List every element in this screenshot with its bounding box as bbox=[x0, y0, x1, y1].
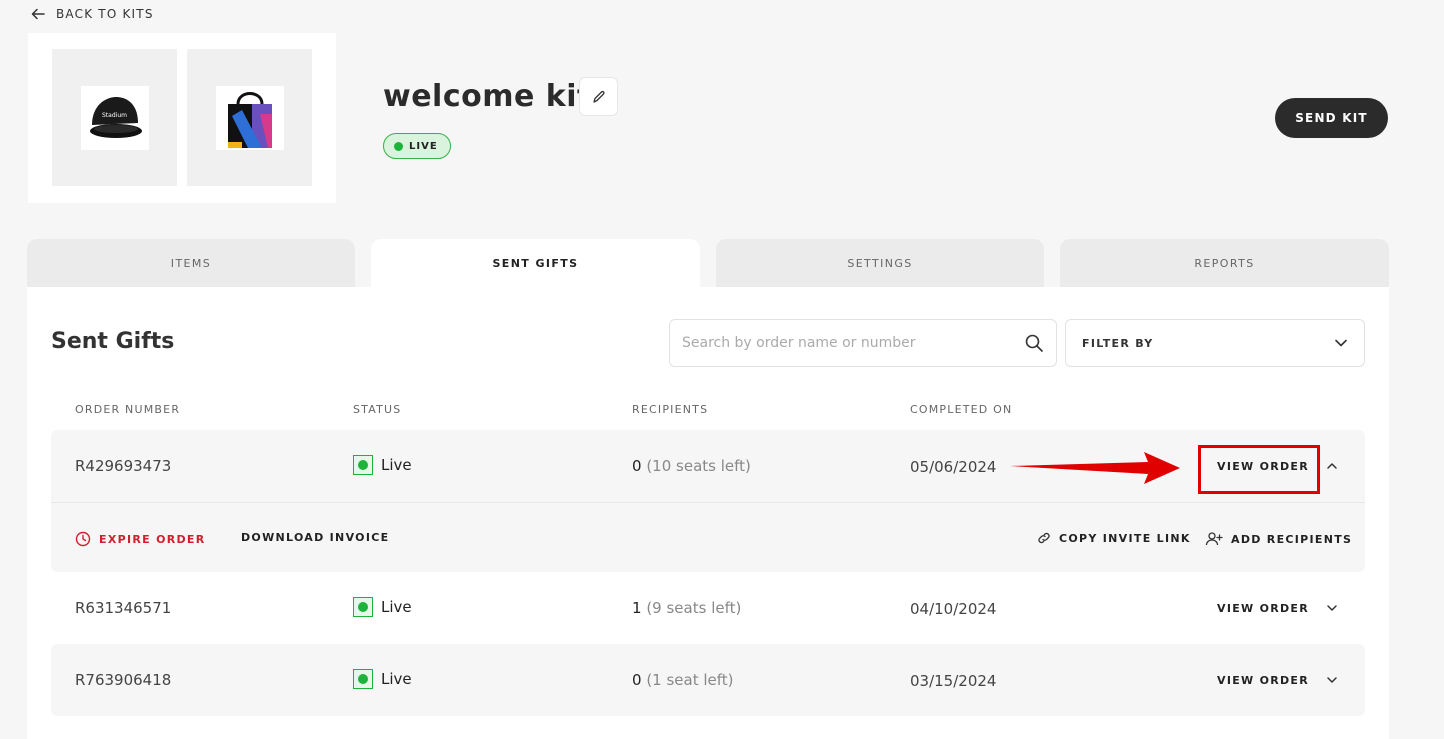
tab-sent-gifts[interactable]: SENT GIFTS bbox=[371, 239, 700, 287]
copy-invite-link-label: COPY INVITE LINK bbox=[1059, 531, 1191, 545]
pencil-icon bbox=[592, 90, 605, 103]
kit-status-label: LIVE bbox=[409, 140, 438, 152]
section-title: Sent Gifts bbox=[51, 329, 175, 354]
view-order-button[interactable]: VIEW ORDER bbox=[1217, 674, 1309, 687]
order-actions-bar: EXPIRE ORDER DOWNLOAD INVOICE COPY INVIT… bbox=[51, 502, 1365, 572]
tab-items[interactable]: ITEMS bbox=[27, 239, 355, 287]
seats-left: (10 seats left) bbox=[646, 457, 751, 475]
search-input[interactable] bbox=[682, 335, 1024, 351]
live-dot-icon bbox=[394, 141, 403, 151]
recipients-number: 0 bbox=[632, 457, 642, 475]
status-live-icon bbox=[353, 597, 373, 617]
arrow-left-icon bbox=[31, 8, 45, 20]
kit-tabs: ITEMS SENT GIFTS SETTINGS REPORTS bbox=[27, 239, 1389, 287]
edit-title-button[interactable] bbox=[579, 77, 618, 116]
link-icon bbox=[1038, 532, 1050, 544]
chevron-up-icon[interactable] bbox=[1325, 459, 1339, 473]
clock-icon bbox=[75, 531, 91, 547]
add-user-icon bbox=[1205, 532, 1223, 546]
cap-brand-text: Stadium bbox=[102, 112, 127, 119]
back-to-kits-link[interactable]: BACK TO KITS bbox=[30, 6, 154, 22]
completed-date: 05/06/2024 bbox=[910, 458, 997, 476]
order-status: Live bbox=[353, 669, 412, 689]
tab-reports[interactable]: REPORTS bbox=[1060, 239, 1389, 287]
seats-left: (9 seats left) bbox=[646, 599, 742, 617]
annotation-highlight-box bbox=[1198, 445, 1320, 494]
kit-item-thumb-tote[interactable] bbox=[187, 49, 312, 186]
tab-settings[interactable]: SETTINGS bbox=[716, 239, 1044, 287]
completed-date: 04/10/2024 bbox=[910, 600, 997, 618]
annotation-arrow bbox=[1010, 452, 1180, 484]
order-number: R429693473 bbox=[75, 457, 172, 475]
seats-left: (1 seat left) bbox=[646, 671, 734, 689]
recipients-count: 1 (9 seats left) bbox=[632, 599, 741, 617]
copy-invite-link-button[interactable]: COPY INVITE LINK bbox=[1037, 531, 1191, 545]
recipients-number: 0 bbox=[632, 671, 642, 689]
status-label: Live bbox=[381, 456, 412, 474]
kit-item-thumb-cap[interactable]: Stadium bbox=[52, 49, 177, 186]
recipients-count: 0 (1 seat left) bbox=[632, 671, 734, 689]
column-header-recipients: RECIPIENTS bbox=[632, 403, 709, 416]
order-number: R763906418 bbox=[75, 671, 172, 689]
tote-bag-image bbox=[215, 85, 284, 150]
expire-order-label: EXPIRE ORDER bbox=[99, 532, 206, 546]
search-icon[interactable] bbox=[1024, 333, 1044, 353]
search-box bbox=[669, 319, 1057, 367]
status-label: Live bbox=[381, 598, 412, 616]
sent-gifts-panel: Sent Gifts FILTER BY ORDER NUMBER STATUS… bbox=[27, 287, 1389, 739]
filter-dropdown[interactable]: FILTER BY bbox=[1065, 319, 1365, 367]
add-recipients-button[interactable]: ADD RECIPIENTS bbox=[1205, 531, 1352, 547]
column-header-order-number: ORDER NUMBER bbox=[75, 403, 181, 416]
chevron-down-icon[interactable] bbox=[1325, 673, 1339, 687]
download-invoice-button[interactable]: DOWNLOAD INVOICE bbox=[241, 531, 389, 544]
column-header-status: STATUS bbox=[353, 403, 402, 416]
cap-image: Stadium bbox=[80, 85, 149, 150]
expire-order-button[interactable]: EXPIRE ORDER bbox=[75, 531, 206, 547]
status-label: Live bbox=[381, 670, 412, 688]
column-header-completed-on: COMPLETED ON bbox=[910, 403, 1013, 416]
back-to-kits-label: BACK TO KITS bbox=[56, 7, 154, 21]
kit-images: Stadium bbox=[28, 33, 336, 203]
completed-date: 03/15/2024 bbox=[910, 672, 997, 690]
table-row[interactable]: R763906418 Live 0 (1 seat left) 03/15/20… bbox=[51, 644, 1365, 716]
view-order-button[interactable]: VIEW ORDER bbox=[1217, 602, 1309, 615]
order-status: Live bbox=[353, 597, 412, 617]
chevron-down-icon bbox=[1335, 339, 1347, 347]
chevron-down-icon[interactable] bbox=[1325, 601, 1339, 615]
order-status: Live bbox=[353, 455, 412, 475]
status-live-icon bbox=[353, 669, 373, 689]
order-number: R631346571 bbox=[75, 599, 172, 617]
filter-label: FILTER BY bbox=[1082, 336, 1154, 350]
table-row[interactable]: R631346571 Live 1 (9 seats left) 04/10/2… bbox=[51, 572, 1365, 644]
send-kit-button[interactable]: SEND KIT bbox=[1275, 98, 1388, 138]
add-recipients-label: ADD RECIPIENTS bbox=[1231, 532, 1353, 546]
status-live-icon bbox=[353, 455, 373, 475]
kit-title: welcome kit bbox=[383, 79, 592, 114]
recipients-count: 0 (10 seats left) bbox=[632, 457, 751, 475]
recipients-number: 1 bbox=[632, 599, 642, 617]
kit-status-badge: LIVE bbox=[383, 133, 451, 159]
